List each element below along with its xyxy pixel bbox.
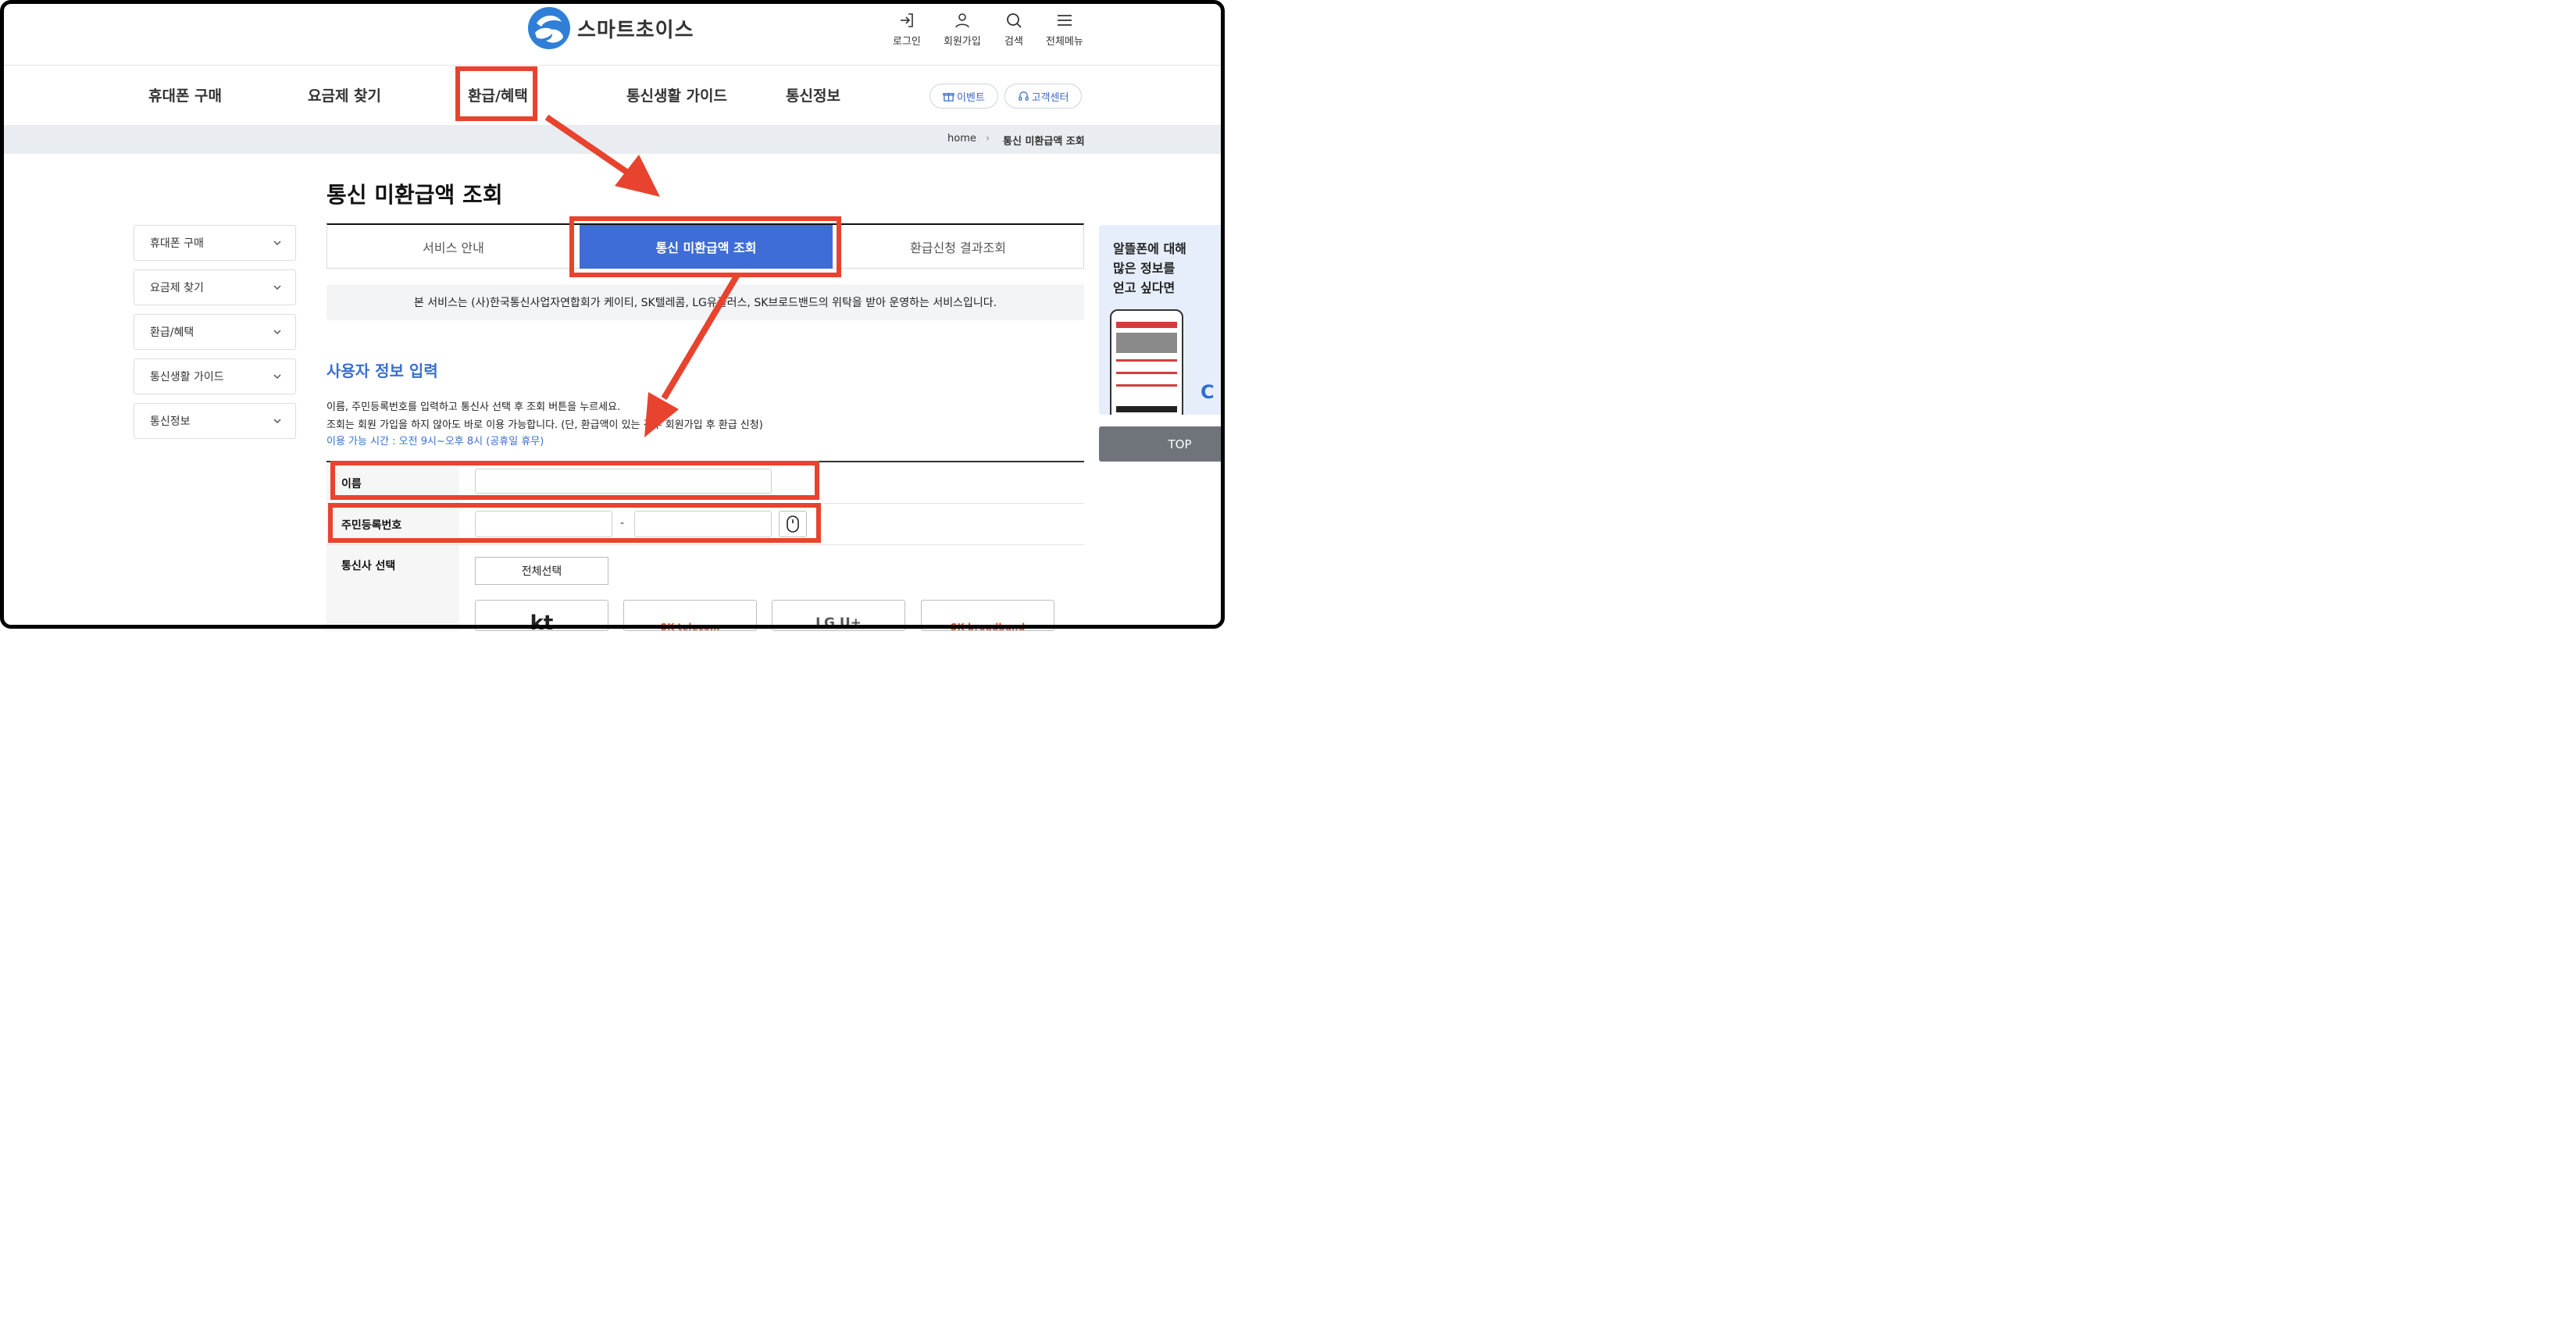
chevron-down-icon (273, 419, 281, 424)
menu-icon (1057, 15, 1072, 26)
site-header: 스마트초이스 로그인 회원가입 검색 전체메뉴 (0, 0, 1225, 66)
carrier-sk-broadband[interactable]: SK broadband (921, 600, 1054, 631)
sidebar-item-label: 요금제 찾기 (150, 282, 204, 294)
tab-service-guide[interactable]: 서비스 안내 (327, 225, 580, 269)
nav-plan-search[interactable]: 요금제 찾기 (308, 84, 381, 105)
select-all-button[interactable]: 전체선택 (475, 557, 608, 585)
signup-label: 회원가입 (944, 36, 981, 48)
rrn-dash: - (620, 517, 625, 530)
chevron-down-icon (273, 374, 281, 380)
search-icon (1007, 13, 1022, 28)
sidebar-item-label: 휴대폰 구매 (150, 237, 204, 250)
name-label: 이름 (341, 478, 362, 490)
sidebar-item-label: 환급/혜택 (150, 326, 194, 339)
event-button[interactable]: 이벤트 (929, 84, 998, 109)
kt-logo: kt (530, 612, 554, 631)
carrier-label: 통신사 선택 (341, 560, 396, 572)
nav-telecom-info[interactable]: 통신정보 (786, 84, 840, 105)
all-menu-link[interactable]: 전체메뉴 (1046, 11, 1083, 48)
mouse-icon (787, 515, 799, 533)
sidebar-item-refund-benefit[interactable]: 환급/혜택 (134, 314, 296, 350)
search-link[interactable]: 검색 (1004, 11, 1023, 48)
sidebar-item-phone-purchase[interactable]: 휴대폰 구매 (134, 225, 296, 261)
gift-icon (943, 92, 954, 102)
user-icon (955, 13, 969, 28)
banner-fragment-icon: C (1201, 381, 1215, 403)
instruction-text: 이름, 주민등록번호를 입력하고 통신사 선택 후 조회 버튼을 누르세요. (326, 401, 621, 413)
tab-refund-result[interactable]: 환급신청 결과조회 (833, 225, 1083, 269)
carrier-lg-uplus[interactable]: LG U+ (772, 600, 905, 631)
logo-mark-icon (528, 7, 570, 49)
form-row-divider (326, 503, 1084, 504)
service-notice: 본 서비스는 (사)한국통신사업자연합회가 케이티, SK텔레콤, LG유플러스… (326, 284, 1084, 320)
secure-keypad-button[interactable] (779, 511, 807, 537)
support-button[interactable]: 고객센터 (1004, 84, 1082, 109)
service-hours: 이용 가능 시간 : 오전 9시~오후 8시 (공휴일 휴무) (326, 436, 544, 448)
lg-uplus-logo: LG U+ (815, 615, 862, 631)
signup-link[interactable]: 회원가입 (944, 11, 981, 48)
chevron-down-icon (273, 241, 281, 246)
section-title: 사용자 정보 입력 (326, 362, 438, 380)
form-row-divider (326, 544, 1084, 545)
chevron-down-icon (273, 330, 281, 335)
rrn-label: 주민등록번호 (341, 519, 402, 532)
login-label: 로그인 (893, 36, 921, 48)
breadcrumb-separator-icon: › (986, 133, 990, 144)
scroll-top-button[interactable]: TOP (1099, 426, 1225, 462)
membership-note: 조회는 회원 가입을 하지 않아도 바로 이용 가능합니다. (단, 환급액이 … (326, 419, 763, 431)
logo-text: 스마트초이스 (577, 18, 694, 42)
sidebar-item-telecom-info[interactable]: 통신정보 (134, 403, 296, 439)
sidebar-item-telecom-guide[interactable]: 통신생활 가이드 (134, 358, 296, 394)
rrn-back-input[interactable] (634, 511, 772, 537)
promo-text: 알뜰폰에 대해 많은 정보를 얻고 싶다면 (1113, 241, 1186, 295)
sk-broadband-logo: SK broadband (950, 622, 1026, 631)
tab-unrefunded-lookup[interactable]: 통신 미환급액 조회 (580, 225, 833, 269)
event-label: 이벤트 (957, 91, 985, 104)
sidebar-item-plan-search[interactable]: 요금제 찾기 (134, 269, 296, 305)
site-logo[interactable]: 스마트초이스 (527, 6, 694, 50)
breadcrumb-home[interactable]: home (947, 133, 976, 144)
nav-phone-purchase[interactable]: 휴대폰 구매 (148, 84, 222, 105)
login-icon (900, 13, 913, 27)
sidebar-item-label: 통신생활 가이드 (150, 371, 224, 383)
carrier-kt[interactable]: kt (475, 600, 608, 631)
phone-illustration (1110, 309, 1183, 415)
rrn-front-input[interactable] (475, 511, 612, 537)
name-input[interactable] (475, 469, 772, 494)
nav-refund-benefit[interactable]: 환급/혜택 (468, 84, 528, 105)
login-link[interactable]: 로그인 (893, 11, 921, 48)
nav-telecom-guide[interactable]: 통신생활 가이드 (626, 84, 727, 105)
search-label: 검색 (1004, 36, 1023, 48)
mvno-promo-banner[interactable]: 알뜰폰에 대해 많은 정보를 얻고 싶다면 C (1099, 225, 1225, 415)
support-label: 고객센터 (1031, 91, 1069, 104)
tab-bar: 서비스 안내 통신 미환급액 조회 환급신청 결과조회 (326, 223, 1084, 269)
all-menu-label: 전체메뉴 (1046, 36, 1083, 48)
arrow-head-1 (615, 155, 660, 197)
chevron-down-icon (273, 285, 281, 291)
breadcrumb-current: 통신 미환급액 조회 (1003, 136, 1085, 148)
sidebar-item-label: 통신정보 (150, 415, 191, 428)
sk-telecom-logo: SK telecom (660, 622, 720, 631)
carrier-sk-telecom[interactable]: SK telecom (623, 600, 757, 631)
headset-icon (1018, 91, 1029, 101)
page-title: 통신 미환급액 조회 (326, 182, 503, 208)
